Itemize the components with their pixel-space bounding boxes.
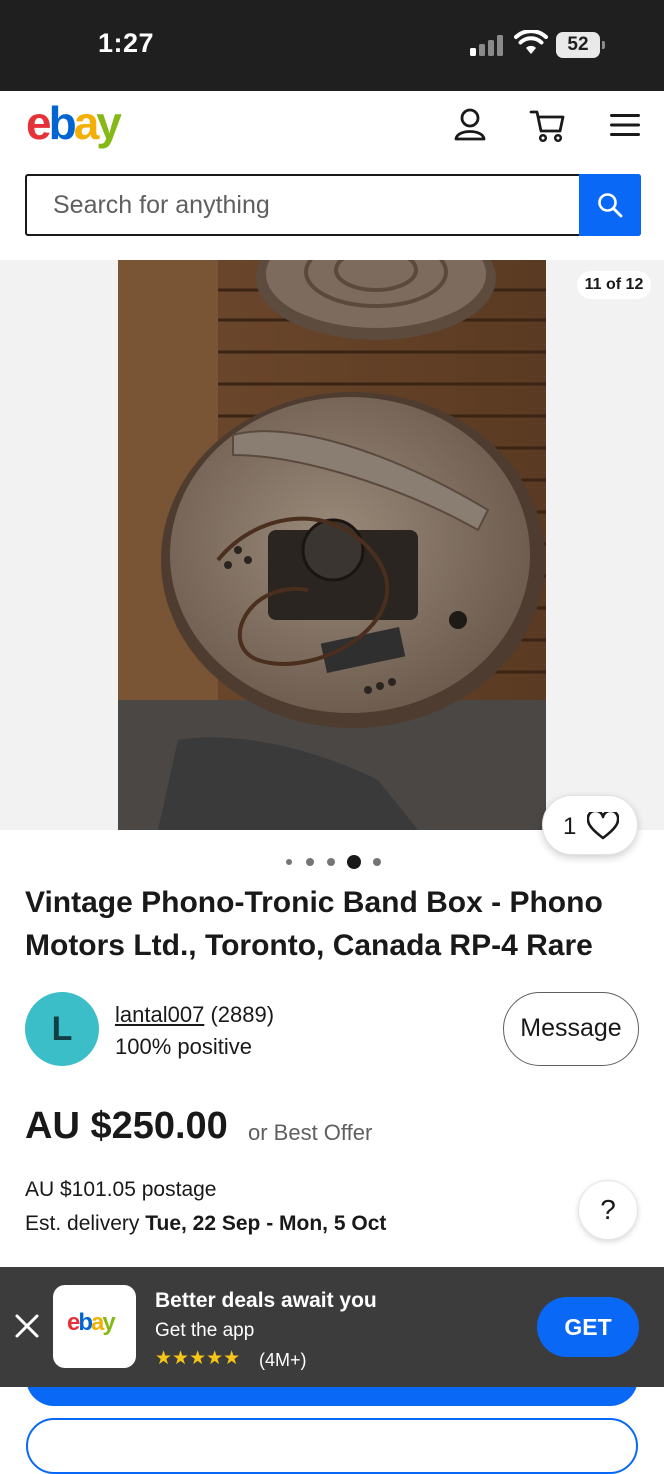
item-price: AU $250.00	[25, 1105, 228, 1147]
product-photo[interactable]	[118, 260, 546, 830]
seller-positive-rating: 100% positive	[115, 1034, 252, 1059]
delivery-estimate: Est. delivery Tue, 22 Sep - Mon, 5 Oct	[25, 1212, 387, 1235]
status-time: 1:27	[98, 28, 155, 58]
pagination-dot-active[interactable]	[347, 855, 361, 869]
message-seller-button[interactable]: Message	[503, 992, 639, 1066]
cellular-signal-icon	[470, 34, 506, 56]
rating-count: (4M+)	[259, 1350, 307, 1370]
search-bar	[25, 174, 641, 236]
seller-avatar[interactable]: L	[25, 992, 99, 1066]
seller-info: lantal007 (2889)	[115, 1002, 274, 1028]
best-offer-text: or Best Offer	[248, 1120, 373, 1145]
banner-subtitle: Get the app	[155, 1320, 255, 1341]
search-icon	[598, 193, 623, 218]
ebay-app-icon: ebay	[53, 1285, 136, 1368]
image-gallery[interactable]	[0, 260, 664, 830]
postage-cost: AU $101.05 postage	[25, 1178, 217, 1201]
pagination-dot[interactable]	[306, 858, 314, 866]
battery-indicator: 52	[556, 32, 600, 58]
listing-title: Vintage Phono-Tronic Band Box - Phono Mo…	[25, 886, 603, 962]
pagination-dot[interactable]	[327, 858, 335, 866]
account-icon[interactable]	[450, 105, 490, 145]
watch-count: 1	[563, 813, 577, 840]
pagination-dot[interactable]	[286, 859, 292, 865]
gallery-pagination	[280, 854, 390, 870]
menu-icon[interactable]	[605, 105, 645, 145]
app-promo-banner: ebay Better deals await you Get the app …	[0, 1267, 664, 1387]
wifi-icon	[514, 30, 548, 54]
watchlist-button[interactable]: 1	[542, 795, 638, 855]
seller-username-link[interactable]: lantal007	[115, 1002, 204, 1027]
pagination-dot[interactable]	[373, 858, 381, 866]
seller-feedback-count: (2889)	[210, 1002, 275, 1027]
ebay-logo[interactable]: ebay	[26, 96, 122, 150]
search-button[interactable]	[579, 174, 641, 236]
banner-title: Better deals await you	[155, 1289, 377, 1312]
status-bar: 1:27 52	[0, 0, 664, 91]
search-input[interactable]	[27, 176, 579, 234]
site-header: ebay	[0, 91, 664, 169]
delivery-dates: Tue, 22 Sep - Mon, 5 Oct	[145, 1212, 387, 1235]
battery-tip	[602, 41, 605, 49]
help-button[interactable]: ?	[578, 1180, 638, 1240]
make-offer-button[interactable]	[26, 1418, 638, 1474]
image-counter: 11 of 12	[577, 271, 651, 299]
product-image	[118, 260, 546, 830]
heart-icon	[587, 812, 619, 840]
close-icon[interactable]	[12, 1311, 42, 1341]
get-app-button[interactable]: GET	[537, 1297, 639, 1357]
cart-icon[interactable]	[528, 105, 568, 145]
star-rating-icon: ★★★★★	[155, 1348, 241, 1369]
